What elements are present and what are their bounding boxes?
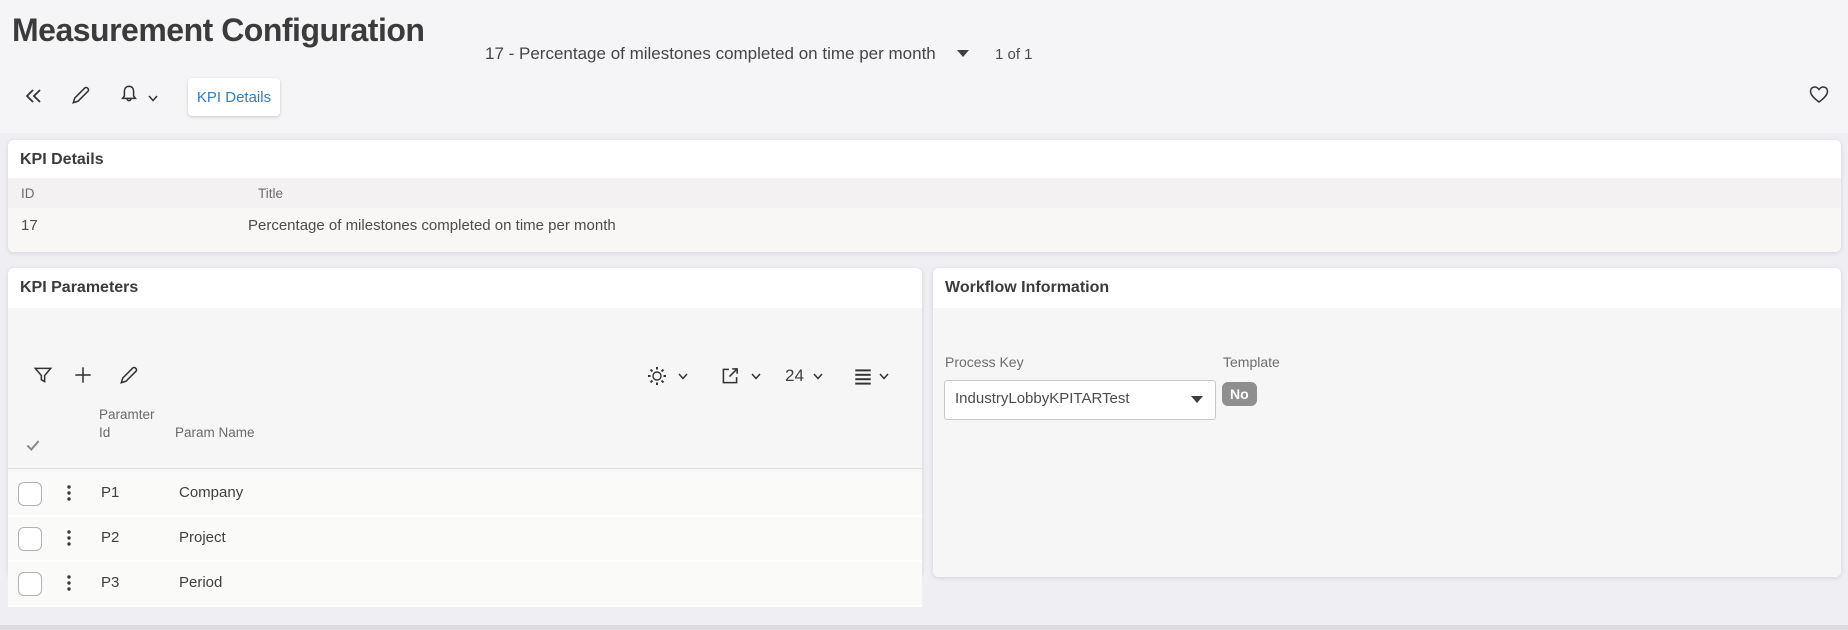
page-size-value[interactable]: 24 (785, 366, 804, 386)
collapse-panel-button[interactable] (22, 85, 44, 107)
bottom-scrollbar-track[interactable] (0, 625, 1848, 630)
workflow-section-title: Workflow Information (945, 279, 1110, 296)
measurement-configuration-screen: Measurement Configuration 17 - Percentag… (0, 0, 1848, 630)
process-key-label: Process Key (945, 354, 1024, 370)
record-count: 1 of 1 (995, 46, 1033, 63)
edit-parameter-button[interactable] (118, 364, 140, 386)
page-size-dropdown-button[interactable] (811, 370, 825, 382)
export-icon (719, 365, 741, 387)
title-field-value: Percentage of milestones completed on ti… (248, 217, 616, 234)
alerts-dropdown-button[interactable] (146, 92, 160, 104)
kpi-details-value-row: 17 Percentage of milestones completed on… (8, 208, 1841, 252)
kebab-menu-icon[interactable] (62, 572, 76, 594)
export-dropdown-button[interactable] (749, 370, 763, 382)
heart-icon (1808, 83, 1830, 105)
kpi-parameters-section-title: KPI Parameters (20, 279, 139, 296)
process-key-value: IndustryLobbyKPITARTest (955, 390, 1130, 407)
top-header: Measurement Configuration 17 - Percentag… (0, 0, 1848, 133)
cell-param-name: Company (179, 484, 244, 501)
table-header-divider (8, 468, 922, 469)
double-chevron-left-icon (22, 85, 44, 107)
favorite-button[interactable] (1808, 83, 1830, 105)
workflow-body: Process Key IndustryLobbyKPITARTest Temp… (933, 308, 1841, 577)
workflow-information-card: Workflow Information Process Key Industr… (933, 268, 1841, 577)
select-all-checkmark-icon[interactable] (24, 436, 42, 454)
pencil-icon (118, 364, 140, 386)
process-key-select[interactable]: IndustryLobbyKPITARTest (944, 380, 1216, 420)
tab-kpi-details[interactable]: KPI Details (188, 78, 280, 116)
table-row[interactable]: P1 Company (8, 472, 922, 517)
cell-param-id: P1 (101, 484, 120, 501)
list-lines-icon (852, 366, 874, 388)
kpi-parameters-card: KPI Parameters 24 Paramter Id Param Name… (8, 268, 922, 607)
record-selector-caret-icon[interactable] (957, 50, 969, 57)
template-badge: No (1222, 382, 1257, 406)
chevron-down-icon (749, 370, 763, 382)
kebab-menu-icon[interactable] (62, 482, 76, 504)
table-row[interactable]: P3 Period (8, 562, 922, 607)
cell-param-id: P3 (101, 574, 120, 591)
page-title: Measurement Configuration (12, 12, 425, 48)
table-row[interactable]: P2 Project (8, 517, 922, 562)
template-label: Template (1223, 354, 1280, 370)
kpi-details-card: KPI Details ID Title 17 Percentage of mi… (8, 140, 1841, 252)
filter-button[interactable] (32, 364, 54, 386)
kebab-menu-icon[interactable] (62, 527, 76, 549)
row-checkbox[interactable] (18, 527, 42, 551)
cell-param-id: P2 (101, 529, 120, 546)
title-field-label: Title (258, 186, 284, 201)
chevron-down-icon (146, 92, 160, 104)
select-caret-icon (1191, 396, 1203, 403)
edit-button[interactable] (70, 84, 92, 106)
chevron-down-icon (676, 370, 690, 382)
grid-settings-dropdown-button[interactable] (676, 370, 690, 382)
column-header-param-name: Param Name (175, 425, 255, 440)
row-density-dropdown-button[interactable] (877, 370, 891, 382)
column-header-param-id: Paramter Id (99, 407, 155, 440)
alerts-button[interactable] (118, 83, 140, 105)
export-button[interactable] (719, 365, 741, 387)
id-field-label: ID (21, 186, 35, 201)
cell-param-name: Project (179, 529, 226, 546)
chevron-down-icon (811, 370, 825, 382)
plus-icon (72, 364, 94, 386)
row-checkbox[interactable] (18, 482, 42, 506)
filter-funnel-icon (32, 364, 54, 386)
row-density-button[interactable] (852, 366, 874, 388)
chevron-down-icon (877, 370, 891, 382)
row-checkbox[interactable] (18, 572, 42, 596)
bell-icon (118, 83, 140, 105)
kpi-details-label-row: ID Title (8, 178, 1841, 208)
id-field-value: 17 (21, 217, 38, 234)
cell-param-name: Period (179, 574, 223, 591)
grid-settings-button[interactable] (646, 365, 668, 387)
gear-icon (646, 365, 668, 387)
kpi-details-section-title: KPI Details (20, 151, 104, 168)
kpi-parameters-body: 24 Paramter Id Param Name P1 Company P2 … (8, 308, 922, 607)
pencil-icon (70, 84, 92, 106)
add-parameter-button[interactable] (72, 364, 94, 386)
record-selector[interactable]: 17 - Percentage of milestones completed … (485, 44, 936, 64)
